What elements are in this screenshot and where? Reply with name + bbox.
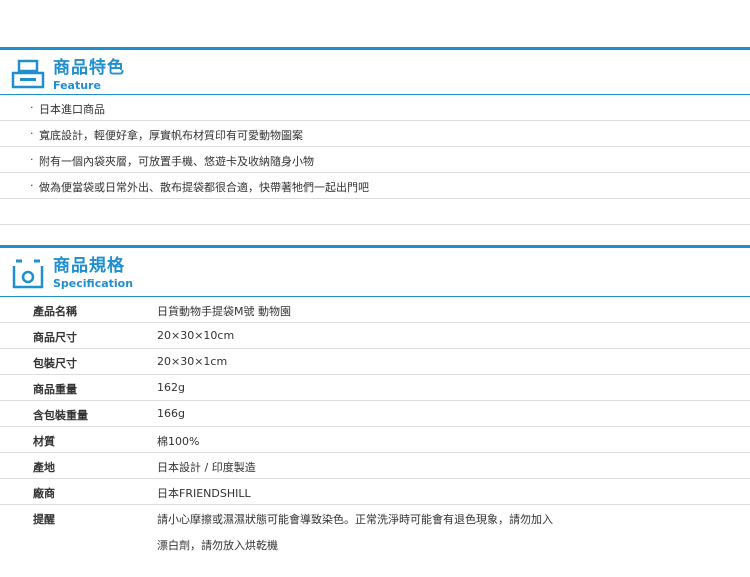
spec-value: 日本FRIENDSHILL (157, 487, 251, 500)
table-row: 提醒 請小心摩擦或濕濕狀態可能會導致染色。正常洗淨時可能會有退色現象，請勿加入 … (0, 505, 750, 557)
table-row: 廠商 日本FRIENDSHILL (0, 479, 750, 505)
spec-value: 20×30×10cm (157, 329, 235, 342)
table-row: 產品名稱 日貨動物手提袋M號 動物園 (0, 297, 750, 323)
spec-label: 商品尺寸 (33, 331, 77, 344)
spec-label: 廠商 (33, 487, 55, 500)
spec-value: 166g (157, 407, 185, 420)
spec-label: 包裝尺寸 (33, 357, 77, 370)
spec-value: 日本設計 / 印度製造 (157, 461, 256, 474)
table-row: 商品尺寸 20×30×10cm (0, 323, 750, 349)
spec-label: 含包裝重量 (33, 409, 88, 422)
spec-label: 商品重量 (33, 383, 77, 396)
spec-subtitle: Specification (53, 277, 134, 290)
spec-label: 提醒 (33, 513, 55, 526)
table-row: 含包裝重量 166g (0, 401, 750, 427)
table-row: 包裝尺寸 20×30×1cm (0, 349, 750, 375)
spec-label: 材質 (33, 435, 55, 448)
spec-value: 20×30×1cm (157, 355, 228, 368)
camera-icon (12, 259, 44, 289)
spec-title: 商品規格 (53, 256, 125, 276)
spec-value: 請小心摩擦或濕濕狀態可能會導致染色。正常洗淨時可能會有退色現象，請勿加入 (157, 513, 553, 526)
spec-value: 棉100% (157, 435, 200, 448)
table-row: 材質 棉100% (0, 427, 750, 453)
spec-label: 產地 (33, 461, 55, 474)
table-row: 商品重量 162g (0, 375, 750, 401)
spec-label: 產品名稱 (33, 305, 77, 318)
spec-value-continued: 漂白劑，請勿放入烘乾機 (157, 539, 278, 552)
spec-section: 商品規格 Specification 產品名稱 日貨動物手提袋M號 動物園 商品… (0, 0, 750, 577)
table-row: 產地 日本設計 / 印度製造 (0, 453, 750, 479)
spec-top-rule (0, 245, 750, 248)
spec-header: 商品規格 Specification (0, 250, 750, 300)
spec-value: 日貨動物手提袋M號 動物園 (157, 305, 291, 318)
spec-value: 162g (157, 381, 185, 394)
